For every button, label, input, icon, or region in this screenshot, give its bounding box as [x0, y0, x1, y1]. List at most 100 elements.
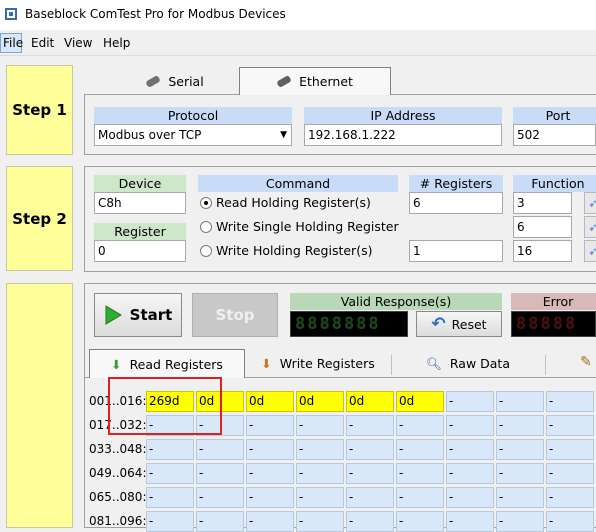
register-cell[interactable]: -: [296, 439, 344, 460]
edit-icon[interactable]: ✎: [580, 354, 592, 370]
register-cell[interactable]: -: [546, 391, 594, 412]
register-cell[interactable]: -: [496, 487, 544, 508]
register-row-label: 049..064:: [89, 466, 147, 480]
register-cell[interactable]: -: [446, 439, 494, 460]
stop-button[interactable]: Stop: [192, 293, 278, 337]
register-cell[interactable]: -: [296, 511, 344, 532]
tab-ethernet-label: Ethernet: [299, 74, 353, 89]
register-cell[interactable]: -: [246, 415, 294, 436]
device-input[interactable]: C8h: [94, 192, 186, 214]
register-cell[interactable]: -: [496, 511, 544, 532]
serial-icon: [145, 74, 162, 89]
register-cell[interactable]: -: [546, 463, 594, 484]
register-cell[interactable]: -: [446, 391, 494, 412]
register-cell[interactable]: -: [146, 439, 194, 460]
register-cell[interactable]: -: [396, 463, 444, 484]
radio-read-holding[interactable]: [200, 197, 212, 209]
function-write-single-field: 6: [513, 216, 572, 238]
valid-response-digits: 8888888: [295, 314, 381, 334]
tab-read-registers-label: Read Registers: [129, 356, 223, 372]
menu-edit[interactable]: Edit: [31, 36, 54, 50]
register-cell[interactable]: -: [496, 415, 544, 436]
register-cell[interactable]: -: [446, 463, 494, 484]
register-cell[interactable]: -: [146, 511, 194, 532]
register-cell[interactable]: -: [146, 487, 194, 508]
protocol-header: Protocol: [94, 107, 292, 124]
register-cell[interactable]: 0d: [396, 391, 444, 412]
register-cell[interactable]: -: [546, 415, 594, 436]
register-cell[interactable]: -: [246, 511, 294, 532]
register-cell[interactable]: 0d: [346, 391, 394, 412]
reset-button[interactable]: ↶ Reset: [416, 311, 502, 337]
register-cell[interactable]: -: [246, 487, 294, 508]
register-row-label: 033..048:: [89, 442, 147, 456]
function-write-single-button[interactable]: ➶: [584, 216, 596, 238]
register-cell[interactable]: -: [346, 439, 394, 460]
protocol-select[interactable]: Modbus over TCP ▼: [94, 124, 292, 146]
function-read-button[interactable]: ➶: [584, 192, 596, 214]
register-cell[interactable]: -: [446, 415, 494, 436]
num-registers-read-input[interactable]: 6: [409, 192, 503, 214]
start-label: Start: [129, 306, 173, 324]
register-cell[interactable]: -: [296, 487, 344, 508]
register-cell[interactable]: 0d: [296, 391, 344, 412]
register-cell[interactable]: -: [546, 439, 594, 460]
tab-write-registers[interactable]: ⬇ Write Registers: [248, 350, 388, 377]
register-cell[interactable]: -: [146, 463, 194, 484]
register-cell[interactable]: -: [346, 487, 394, 508]
menu-file[interactable]: File: [3, 36, 23, 50]
function-read-field: 3: [513, 192, 572, 214]
register-cell[interactable]: -: [196, 511, 244, 532]
menu-help[interactable]: Help: [103, 36, 130, 50]
register-cell[interactable]: -: [496, 439, 544, 460]
reset-label: Reset: [451, 316, 487, 332]
register-cell[interactable]: -: [296, 415, 344, 436]
valid-response-display: 8888888: [290, 311, 408, 337]
command-header: Command: [198, 175, 398, 192]
register-cell[interactable]: 0d: [246, 391, 294, 412]
ip-header: IP Address: [304, 107, 502, 124]
tab-raw-data[interactable]: 🔍︎ Raw Data: [398, 350, 538, 377]
protocol-value: Modbus over TCP: [98, 128, 202, 142]
menu-view[interactable]: View: [64, 36, 92, 50]
register-cell[interactable]: -: [546, 511, 594, 532]
register-cell[interactable]: -: [346, 415, 394, 436]
register-cell[interactable]: -: [446, 487, 494, 508]
tab-ethernet[interactable]: Ethernet: [239, 67, 391, 95]
radio-write-single[interactable]: [200, 221, 212, 233]
register-cell[interactable]: -: [446, 511, 494, 532]
num-registers-write-input[interactable]: 1: [409, 240, 503, 262]
register-cell[interactable]: -: [296, 463, 344, 484]
ethernet-icon: [276, 74, 292, 89]
tab-separator: [391, 355, 392, 375]
tab-read-registers[interactable]: ⬇ Read Registers: [89, 349, 245, 378]
register-cell[interactable]: -: [546, 487, 594, 508]
register-cell[interactable]: -: [396, 415, 444, 436]
tab-serial[interactable]: Serial: [115, 68, 235, 95]
tab-raw-data-label: Raw Data: [449, 356, 510, 371]
register-cell[interactable]: -: [496, 391, 544, 412]
register-cell[interactable]: -: [196, 463, 244, 484]
ip-address-input[interactable]: 192.168.1.222: [304, 124, 502, 146]
register-cell[interactable]: -: [396, 511, 444, 532]
start-button[interactable]: Start: [94, 293, 182, 337]
register-cell[interactable]: -: [346, 511, 394, 532]
register-input[interactable]: 0: [94, 240, 186, 262]
function-header: Function: [513, 175, 596, 192]
send-icon: ➶: [588, 244, 596, 258]
step2-label: Step 2: [6, 166, 73, 271]
register-cell[interactable]: -: [396, 439, 444, 460]
register-cell[interactable]: -: [346, 463, 394, 484]
register-cell[interactable]: -: [196, 439, 244, 460]
send-icon: ➶: [588, 196, 596, 210]
port-input[interactable]: 502: [513, 124, 596, 146]
register-cell[interactable]: -: [496, 463, 544, 484]
radio-write-multiple[interactable]: [200, 245, 212, 257]
tab-write-registers-label: Write Registers: [279, 356, 375, 371]
register-cell[interactable]: -: [196, 487, 244, 508]
register-cell[interactable]: -: [246, 463, 294, 484]
register-cell[interactable]: -: [246, 439, 294, 460]
register-cell[interactable]: -: [396, 487, 444, 508]
function-write-multiple-button[interactable]: ➶: [584, 240, 596, 262]
upload-icon: ⬇: [261, 356, 272, 371]
